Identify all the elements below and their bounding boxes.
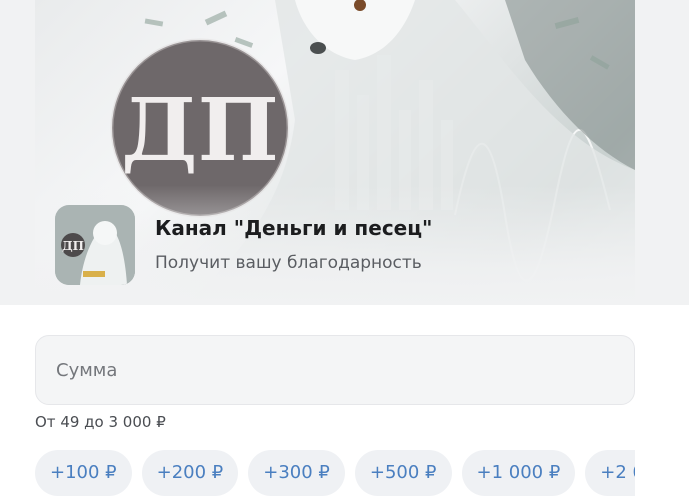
quick-amount-1000[interactable]: +1 000 ₽	[461, 450, 576, 496]
quick-amount-200[interactable]: +200 ₽	[141, 450, 239, 496]
svg-text:ДП: ДП	[62, 239, 84, 253]
amount-range-hint: От 49 до 3 000 ₽	[35, 413, 166, 431]
logo-letters-graphic: ДП	[121, 80, 279, 181]
amount-field[interactable]	[35, 335, 635, 405]
quick-amount-chips: +100 ₽+200 ₽+300 ₽+500 ₽+1 000 ₽+2 000 ₽	[35, 450, 635, 496]
channel-subtitle: Получит вашу благодарность	[155, 253, 422, 273]
channel-name: Канал "Деньги и песец"	[155, 216, 433, 240]
quick-amount-2000[interactable]: +2 000 ₽	[585, 450, 635, 496]
quick-amount-300[interactable]: +300 ₽	[248, 450, 345, 496]
header-area: ДП ДП Канал "Деньги и песец" Получит ваш…	[0, 0, 689, 305]
amount-input[interactable]	[56, 359, 614, 381]
quick-amount-100[interactable]: +100 ₽	[35, 450, 132, 496]
quick-amount-500[interactable]: +500 ₽	[354, 450, 452, 496]
channel-avatar: ДП	[55, 205, 135, 285]
